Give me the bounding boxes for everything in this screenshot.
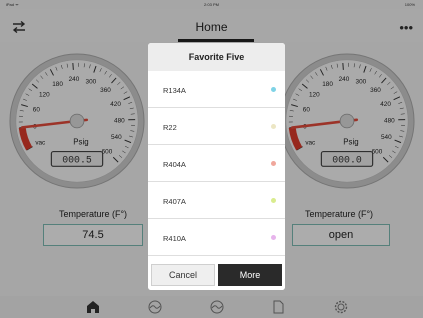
list-item-r410a[interactable]: R410A: [148, 219, 285, 256]
list-item-r22[interactable]: R22: [148, 108, 285, 145]
list-item-label: R404A: [163, 160, 186, 169]
list-item-label: R410A: [163, 234, 186, 243]
list-item-r407a[interactable]: R407A: [148, 182, 285, 219]
color-dot-icon: [271, 235, 276, 240]
dialog-title: Favorite Five: [148, 43, 285, 71]
color-dot-icon: [271, 124, 276, 129]
cancel-button[interactable]: Cancel: [151, 264, 215, 286]
color-dot-icon: [271, 161, 276, 166]
list-item-r404a[interactable]: R404A: [148, 145, 285, 182]
more-button[interactable]: More: [218, 264, 282, 286]
list-item-r134a[interactable]: R134A: [148, 71, 285, 108]
color-dot-icon: [271, 198, 276, 203]
favorite-five-dialog: Favorite Five R134A R22 R404A R407A R410…: [148, 43, 285, 290]
refrigerant-list: R134A R22 R404A R407A R410A: [148, 71, 285, 256]
dialog-footer: Cancel More: [148, 260, 285, 290]
list-item-label: R407A: [163, 197, 186, 206]
list-item-label: R22: [163, 123, 177, 132]
list-item-label: R134A: [163, 86, 186, 95]
color-dot-icon: [271, 87, 276, 92]
